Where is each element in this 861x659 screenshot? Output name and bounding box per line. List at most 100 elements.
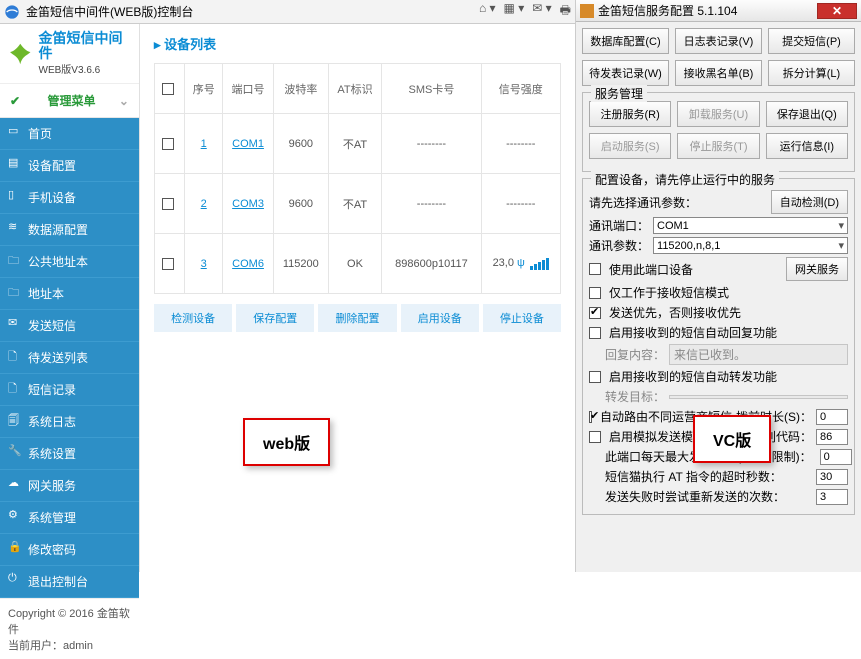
nav-public-addr[interactable]: 🗀公共地址本 (0, 246, 139, 278)
col-sms: SMS卡号 (382, 64, 481, 114)
com-param-label: 通讯参数： (589, 237, 649, 254)
submit-sms-button[interactable]: 提交短信(P) (768, 28, 855, 54)
send-priority-checkbox[interactable] (589, 307, 601, 319)
nav-datasource[interactable]: ≋数据源配置 (0, 214, 139, 246)
table-row: 2 COM3 9600 不AT -------- -------- (155, 174, 561, 234)
delete-config-button[interactable]: 删除配置 (318, 304, 396, 332)
auto-detect-button[interactable]: 自动检测(D) (771, 190, 848, 214)
retry-input[interactable] (816, 489, 848, 505)
recv-only-checkbox[interactable] (589, 287, 601, 299)
sidebar: 金笛短信中间件 WEB版V3.6.6 管理菜单 ⌄ ▭首页 ▤设备配置 ▯手机设… (0, 24, 140, 572)
nav-logs[interactable]: 🗐系统日志 (0, 406, 139, 438)
signal-cell: 23,0 ψ (481, 234, 560, 294)
ie-icon (4, 4, 20, 20)
reply-content-input[interactable]: 来信已收到。 (669, 344, 848, 365)
nav-list: ▭首页 ▤设备配置 ▯手机设备 ≋数据源配置 🗀公共地址本 🗀地址本 ✉发送短信… (0, 118, 139, 598)
nav-records[interactable]: 🗋短信记录 (0, 374, 139, 406)
nav-send[interactable]: ✉发送短信 (0, 310, 139, 342)
clipboard-icon: 🗋 (8, 348, 22, 362)
print-icon[interactable]: 🖶 (560, 1, 571, 22)
table-row: 1 COM1 9600 不AT -------- -------- (155, 114, 561, 174)
chevron-down-icon: ⌄ (119, 94, 129, 108)
dialog-title-bar: 金笛短信服务配置 5.1.104 ✕ (576, 0, 861, 22)
db-config-button[interactable]: 数据库配置(C) (582, 28, 669, 54)
lock-icon: 🔒 (8, 540, 22, 554)
uninstall-service-button[interactable]: 卸载服务(U) (677, 101, 759, 127)
nav-device-config[interactable]: ▤设备配置 (0, 150, 139, 182)
home-icon[interactable]: ⌂ ▾ (479, 1, 496, 22)
auto-reply-checkbox[interactable] (589, 327, 601, 339)
service-mgmt-group: 服务管理 注册服务(R) 卸载服务(U) 保存退出(Q) 启动服务(S) 停止服… (582, 92, 855, 172)
nav-mobile[interactable]: ▯手机设备 (0, 182, 139, 214)
menu-header[interactable]: 管理菜单 ⌄ (0, 84, 139, 118)
row-port[interactable]: COM3 (232, 198, 264, 210)
row-seq[interactable]: 1 (201, 138, 207, 150)
at-timeout-input[interactable] (816, 469, 848, 485)
pending-records-button[interactable]: 待发表记录(W) (582, 60, 669, 86)
nav-system[interactable]: ⚙系统管理 (0, 502, 139, 534)
blacklist-button[interactable]: 接收黑名单(B) (675, 60, 762, 86)
device-table: 序号 端口号 波特率 AT标识 SMS卡号 信号强度 1 COM1 9600 (154, 63, 561, 294)
stop-device-button[interactable]: 停止设备 (483, 304, 561, 332)
dial-wait-input[interactable] (816, 409, 848, 425)
nav-gateway[interactable]: ☁网关服务 (0, 470, 139, 502)
max-per-day-input[interactable] (820, 449, 852, 465)
exit-icon: ⏻ (8, 572, 22, 586)
folder-icon: 🗀 (8, 252, 22, 266)
detect-devices-button[interactable]: 检测设备 (154, 304, 232, 332)
row-seq[interactable]: 3 (201, 258, 207, 270)
copyright: Copyright © 2016 金笛软件 (8, 605, 131, 637)
auto-route-checkbox[interactable] (589, 411, 592, 423)
nav-home[interactable]: ▭首页 (0, 118, 139, 150)
browser-title-bar: 金笛短信中间件(WEB版)控制台 ⌂ ▾ ▦ ▾ ✉ ▾ 🖶 (0, 0, 575, 24)
forward-target-input[interactable] (669, 395, 848, 399)
app-icon (580, 4, 594, 18)
col-checkbox[interactable] (155, 64, 185, 114)
signal-bars-icon (530, 258, 549, 270)
antenna-icon: ψ (517, 257, 525, 269)
col-at: AT标识 (328, 64, 382, 114)
register-service-button[interactable]: 注册服务(R) (589, 101, 671, 127)
enable-device-button[interactable]: 启用设备 (401, 304, 479, 332)
brand-version: WEB版V3.6.6 (39, 61, 131, 76)
row-checkbox[interactable] (162, 198, 174, 210)
row-port[interactable]: COM1 (232, 138, 264, 150)
runtime-info-button[interactable]: 运行信息(I) (766, 133, 848, 159)
current-user: admin (63, 640, 93, 652)
save-config-button[interactable]: 保存配置 (236, 304, 314, 332)
database-icon: ≋ (8, 220, 22, 234)
col-port: 端口号 (223, 64, 274, 114)
folder-icon: 🗀 (8, 284, 22, 298)
nav-pending[interactable]: 🗋待发送列表 (0, 342, 139, 374)
forward-target-label: 转发目标： (605, 388, 665, 405)
gear-icon: ⚙ (8, 508, 22, 522)
auto-forward-checkbox[interactable] (589, 371, 601, 383)
nav-settings[interactable]: 🔧系统设置 (0, 438, 139, 470)
split-calc-button[interactable]: 拆分计算(L) (768, 60, 855, 86)
start-service-button[interactable]: 启动服务(S) (589, 133, 671, 159)
enable-port-checkbox[interactable] (589, 263, 601, 275)
row-checkbox[interactable] (162, 258, 174, 270)
sim-mode-checkbox[interactable] (589, 431, 601, 443)
row-checkbox[interactable] (162, 138, 174, 150)
com-port-select[interactable]: COM1 (653, 217, 848, 234)
row-seq[interactable]: 2 (201, 198, 207, 210)
action-row: 检测设备 保存配置 删除配置 启用设备 停止设备 (154, 304, 561, 332)
country-code-input[interactable] (816, 429, 848, 445)
gateway-service-button[interactable]: 网关服务 (786, 257, 848, 281)
device-config-title: 配置设备，请先停止运行中的服务 (591, 171, 779, 188)
rss-icon[interactable]: ▦ ▾ (504, 1, 525, 22)
nav-addr[interactable]: 🗀地址本 (0, 278, 139, 310)
log-records-button[interactable]: 日志表记录(V) (675, 28, 762, 54)
save-exit-button[interactable]: 保存退出(Q) (766, 101, 848, 127)
nav-exit[interactable]: ⏻退出控制台 (0, 566, 139, 598)
enable-port-label: 使用此端口设备 (609, 261, 693, 278)
mail-icon[interactable]: ✉ ▾ (532, 1, 551, 22)
stop-service-button[interactable]: 停止服务(T) (677, 133, 759, 159)
nav-password[interactable]: 🔒修改密码 (0, 534, 139, 566)
row-port[interactable]: COM6 (232, 258, 264, 270)
device-icon: ▤ (8, 156, 22, 170)
close-button[interactable]: ✕ (817, 3, 857, 19)
com-param-select[interactable]: 115200,n,8,1 (653, 237, 848, 254)
brand-logo-icon (8, 41, 33, 67)
